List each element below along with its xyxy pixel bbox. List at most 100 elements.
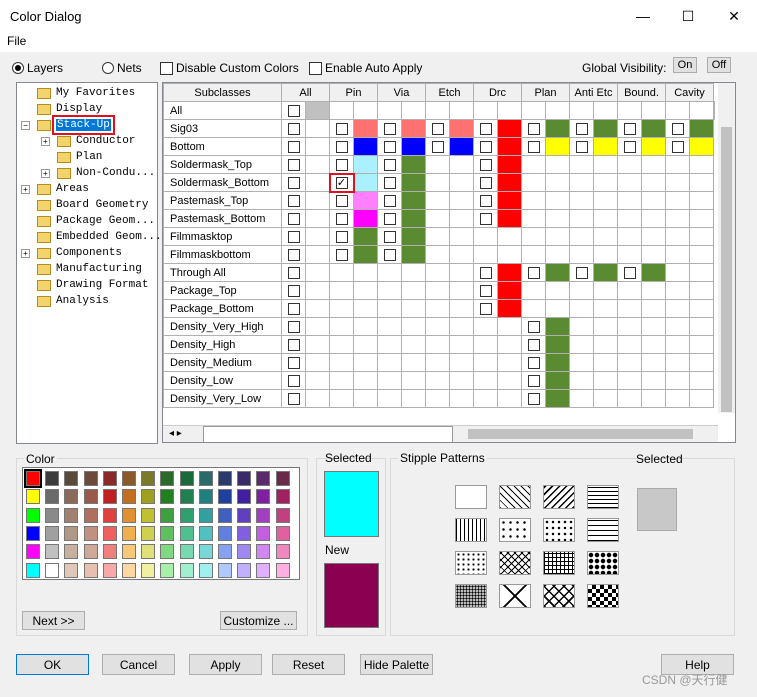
- tree-item[interactable]: Drawing Format: [37, 277, 148, 293]
- palette-swatch[interactable]: [275, 489, 290, 505]
- tree-item[interactable]: + Conductor: [41, 133, 135, 149]
- color-cell[interactable]: [593, 119, 618, 138]
- visibility-checkbox[interactable]: [527, 320, 540, 333]
- color-cell[interactable]: [353, 227, 378, 246]
- palette-swatch[interactable]: [237, 507, 252, 523]
- checkbox-cell[interactable]: [521, 335, 546, 354]
- palette-swatch[interactable]: [141, 489, 156, 505]
- color-cell[interactable]: [401, 227, 426, 246]
- visibility-checkbox[interactable]: [623, 140, 636, 153]
- palette-swatch[interactable]: [256, 471, 271, 486]
- stipple-pattern[interactable]: [499, 584, 531, 608]
- checkbox-cell[interactable]: [473, 209, 498, 228]
- stipple-pattern[interactable]: [455, 485, 487, 509]
- palette-swatch[interactable]: [198, 489, 213, 505]
- color-cell[interactable]: [401, 155, 426, 174]
- visibility-checkbox[interactable]: [383, 140, 396, 153]
- palette-swatch[interactable]: [45, 471, 60, 486]
- visibility-checkbox[interactable]: [287, 392, 300, 405]
- checkbox-cell[interactable]: [377, 173, 402, 192]
- color-cell[interactable]: [353, 155, 378, 174]
- visibility-checkbox[interactable]: [335, 194, 348, 207]
- global-on-button[interactable]: On: [673, 57, 697, 73]
- palette-swatch[interactable]: [102, 489, 117, 505]
- checkbox-cell[interactable]: [281, 155, 306, 174]
- visibility-checkbox[interactable]: [287, 356, 300, 369]
- checkbox-cell[interactable]: [617, 263, 642, 282]
- layer-tree[interactable]: My Favorites Display − Stack-Up + Conductor Pl…: [16, 82, 162, 444]
- cancel-button[interactable]: Cancel: [102, 654, 175, 675]
- palette-swatch[interactable]: [45, 489, 60, 505]
- visibility-checkbox[interactable]: [335, 140, 348, 153]
- palette-swatch[interactable]: [256, 525, 271, 541]
- color-cell[interactable]: [401, 173, 426, 192]
- checkbox-cell[interactable]: [329, 245, 354, 264]
- checkbox-cell[interactable]: [473, 263, 498, 282]
- enable-auto-apply-checkbox[interactable]: Enable Auto Apply: [309, 61, 422, 75]
- palette-swatch[interactable]: [102, 525, 117, 541]
- palette-swatch[interactable]: [198, 507, 213, 523]
- visibility-checkbox[interactable]: [623, 266, 636, 279]
- stipple-grid[interactable]: [455, 485, 625, 615]
- visibility-checkbox[interactable]: [479, 140, 492, 153]
- color-cell[interactable]: [353, 191, 378, 210]
- checkbox-cell[interactable]: [665, 119, 690, 138]
- palette-swatch[interactable]: [141, 525, 156, 541]
- palette-swatch[interactable]: [24, 469, 42, 488]
- minimize-button[interactable]: —: [620, 0, 666, 32]
- palette-swatch[interactable]: [237, 525, 252, 541]
- tree-item[interactable]: Package Geom...: [37, 213, 155, 229]
- tree-item[interactable]: Board Geometry: [37, 197, 148, 213]
- color-cell[interactable]: [497, 155, 522, 174]
- palette-swatch[interactable]: [64, 562, 79, 578]
- palette-swatch[interactable]: [218, 507, 232, 523]
- tree-item[interactable]: Display: [37, 101, 102, 117]
- palette-swatch[interactable]: [83, 525, 98, 541]
- grid-vertical-scrollbar[interactable]: [718, 83, 735, 413]
- checkbox-cell[interactable]: [281, 263, 306, 282]
- palette-swatch[interactable]: [83, 471, 98, 486]
- checkbox-cell[interactable]: [281, 281, 306, 300]
- color-cell[interactable]: [401, 137, 426, 156]
- checkbox-cell[interactable]: [281, 119, 306, 138]
- checkbox-cell[interactable]: [665, 137, 690, 156]
- checkbox-cell[interactable]: [521, 353, 546, 372]
- stipple-pattern[interactable]: [499, 485, 531, 509]
- palette-swatch[interactable]: [102, 544, 117, 560]
- checkbox-cell[interactable]: [281, 209, 306, 228]
- color-cell[interactable]: [545, 317, 570, 336]
- visibility-checkbox[interactable]: [479, 194, 492, 207]
- tree-item[interactable]: Analysis: [37, 293, 109, 309]
- visibility-checkbox[interactable]: [527, 356, 540, 369]
- visibility-checkbox[interactable]: [575, 266, 588, 279]
- visibility-checkbox[interactable]: [287, 194, 300, 207]
- stipple-pattern[interactable]: [587, 518, 619, 542]
- palette-swatch[interactable]: [179, 562, 194, 578]
- checkbox-cell[interactable]: [473, 155, 498, 174]
- visibility-checkbox[interactable]: [527, 374, 540, 387]
- tree-item[interactable]: − Stack-Up: [21, 115, 115, 135]
- ok-button[interactable]: OK: [16, 654, 89, 675]
- checkbox-cell[interactable]: [473, 119, 498, 138]
- color-cell[interactable]: [497, 263, 522, 282]
- h-scroll-thumb[interactable]: [468, 429, 693, 439]
- subclass-color-grid[interactable]: Subclasses All Pin Via Etch Drc Plan Anti Etc Bo…: [162, 82, 736, 443]
- palette-swatch[interactable]: [141, 471, 156, 486]
- palette-swatch[interactable]: [198, 525, 213, 541]
- palette-swatch[interactable]: [45, 544, 60, 560]
- palette-swatch[interactable]: [275, 471, 290, 486]
- tree-item[interactable]: Plan: [57, 149, 102, 165]
- palette-swatch[interactable]: [256, 544, 271, 560]
- color-cell[interactable]: [641, 119, 666, 138]
- visibility-checkbox[interactable]: [383, 194, 396, 207]
- checkbox-cell[interactable]: [281, 317, 306, 336]
- visibility-checkbox[interactable]: [479, 302, 492, 315]
- checkbox-cell[interactable]: [377, 245, 402, 264]
- visibility-checkbox[interactable]: [479, 122, 492, 135]
- palette-swatch[interactable]: [122, 544, 136, 560]
- checkbox-cell[interactable]: [329, 155, 354, 174]
- checkbox-cell[interactable]: [281, 101, 306, 120]
- checkbox-cell[interactable]: [329, 209, 354, 228]
- palette-swatch[interactable]: [83, 544, 98, 560]
- color-cell[interactable]: [545, 389, 570, 408]
